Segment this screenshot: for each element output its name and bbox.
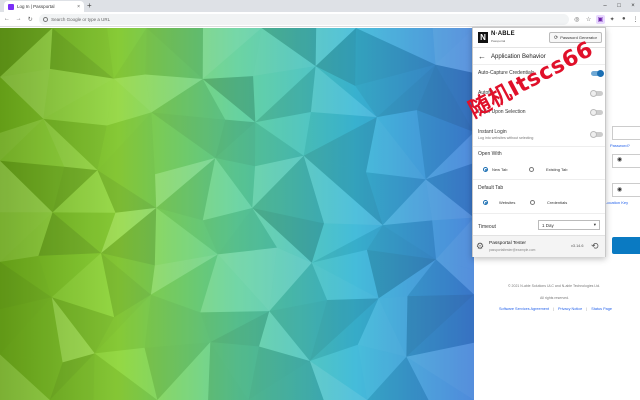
password-generator-button[interactable]: ⟳ Password Generator xyxy=(549,32,602,43)
low-poly-gradient-image xyxy=(0,28,474,400)
autofill-toggle[interactable] xyxy=(590,90,603,97)
setting-label: Login Upon Selection xyxy=(478,109,526,115)
address-bar[interactable]: Search Google or type a URL xyxy=(39,13,570,25)
login-submit-button[interactable] xyxy=(612,237,640,254)
login-upon-selection-toggle[interactable] xyxy=(590,109,603,116)
forgot-password-link[interactable]: Password? xyxy=(610,143,630,148)
open-with-new-tab-label: New Tab xyxy=(492,167,508,172)
default-tab-credentials-label: Credentials xyxy=(547,200,568,205)
address-placeholder: Search Google or type a URL xyxy=(51,16,111,22)
popup-footer: ⚙ Passportal Tester passportaltester@exa… xyxy=(473,235,605,257)
open-with-existing-tab-radio[interactable] xyxy=(529,167,534,172)
sync-icon[interactable]: ⟲ xyxy=(591,241,599,252)
passportal-extension-icon[interactable]: ▣ xyxy=(595,14,605,24)
privacy-notice-link[interactable]: Privacy Notice xyxy=(558,307,582,311)
chevron-down-icon: ▾ xyxy=(593,222,596,227)
extensions-puzzle-icon[interactable]: ✦ xyxy=(608,15,617,24)
back-arrow-icon[interactable]: ← xyxy=(478,52,486,61)
footer-separator: | xyxy=(553,307,555,311)
auto-capture-toggle[interactable] xyxy=(591,70,604,77)
tab-close-icon[interactable]: × xyxy=(77,4,80,10)
show-location-key-eye-icon[interactable]: ◉ xyxy=(617,186,625,194)
user-email: passportaltester@example.com xyxy=(489,248,536,252)
background-polygon-art xyxy=(0,28,474,400)
footer-copyright: © 2021 N-able Solutions ULC and N-able T… xyxy=(508,284,601,288)
show-password-eye-icon[interactable]: ◉ xyxy=(617,156,625,164)
instant-login-toggle[interactable] xyxy=(590,131,603,138)
section-header: ← Application Behavior xyxy=(473,49,605,65)
version-label: v3.14.6 xyxy=(571,244,584,248)
maximize-button[interactable]: □ xyxy=(612,0,626,12)
open-with-existing-tab-label: Existing Tab xyxy=(546,167,568,172)
setting-label: Autofill xyxy=(478,90,494,96)
setting-instant-login: Instant Login Log into websites without … xyxy=(478,129,602,140)
setting-label: Instant Login xyxy=(478,129,507,135)
brand-subtitle: Passportal xyxy=(491,39,506,43)
default-tab-label: Default Tab xyxy=(478,185,504,191)
back-arrow-icon[interactable]: ← xyxy=(2,14,12,24)
timeout-value: 1 Day xyxy=(542,222,554,228)
brand-name: N·ABLE xyxy=(491,31,515,37)
reload-icon[interactable]: ↻ xyxy=(25,14,35,24)
divider xyxy=(473,213,605,214)
menu-kebab-icon[interactable]: ⋮ xyxy=(631,15,640,24)
browser-toolbar: ← → ↻ Search Google or type a URL ◎ ☆ ▣ … xyxy=(0,12,640,27)
footer-rights: All rights reserved. xyxy=(540,296,569,300)
passportal-favicon-icon xyxy=(8,3,14,10)
forward-arrow-icon[interactable]: → xyxy=(14,14,24,24)
browser-tab[interactable]: Log In | Passportal × xyxy=(4,1,84,12)
location-key-link[interactable]: Location Key xyxy=(605,200,628,205)
close-window-button[interactable]: × xyxy=(626,0,640,12)
minimize-button[interactable]: – xyxy=(598,0,612,12)
user-name: Passportal Tester xyxy=(489,241,526,246)
default-tab-websites-label: Websites xyxy=(499,200,516,205)
browser-tab-strip: Log In | Passportal × + – □ × xyxy=(0,0,640,12)
setting-label: Auto-Capture Credentials xyxy=(478,70,535,76)
default-tab-credentials-radio[interactable] xyxy=(530,200,535,205)
status-page-link[interactable]: Status Page xyxy=(591,307,612,311)
tab-title: Log In | Passportal xyxy=(17,4,55,9)
popup-header: N N·ABLE Passportal ⟳ Password Generator xyxy=(473,28,605,48)
timeout-label: Timeout xyxy=(478,224,496,230)
open-with-new-tab-radio[interactable] xyxy=(483,167,488,172)
profile-avatar-icon[interactable]: ● xyxy=(619,15,628,24)
setting-auto-capture: Auto-Capture Credentials xyxy=(478,70,602,76)
setting-login-upon-selection: Login Upon Selection xyxy=(478,109,602,115)
setting-autofill: Autofill xyxy=(478,90,602,96)
footer-links: Software Services Agreement | Privacy No… xyxy=(499,307,612,311)
gear-icon[interactable]: ⚙ xyxy=(476,241,484,252)
divider xyxy=(473,146,605,147)
divider xyxy=(473,179,605,180)
timeout-select[interactable]: 1 Day ▾ xyxy=(538,220,600,230)
password-generator-label: Password Generator xyxy=(560,35,597,40)
lens-icon[interactable]: ◎ xyxy=(572,15,581,24)
setting-sublabel: Log into websites without selecting xyxy=(478,136,534,140)
default-tab-websites-radio[interactable] xyxy=(483,200,488,205)
nable-logo-icon: N xyxy=(478,32,488,43)
google-icon xyxy=(43,16,49,22)
software-services-agreement-link[interactable]: Software Services Agreement xyxy=(499,307,549,311)
username-input-edge[interactable] xyxy=(612,126,640,140)
section-title: Application Behavior xyxy=(491,53,546,60)
refresh-icon: ⟳ xyxy=(554,34,559,41)
footer-separator: | xyxy=(586,307,588,311)
open-with-label: Open With xyxy=(478,151,502,157)
new-tab-button[interactable]: + xyxy=(87,1,92,11)
star-icon[interactable]: ☆ xyxy=(584,15,593,24)
